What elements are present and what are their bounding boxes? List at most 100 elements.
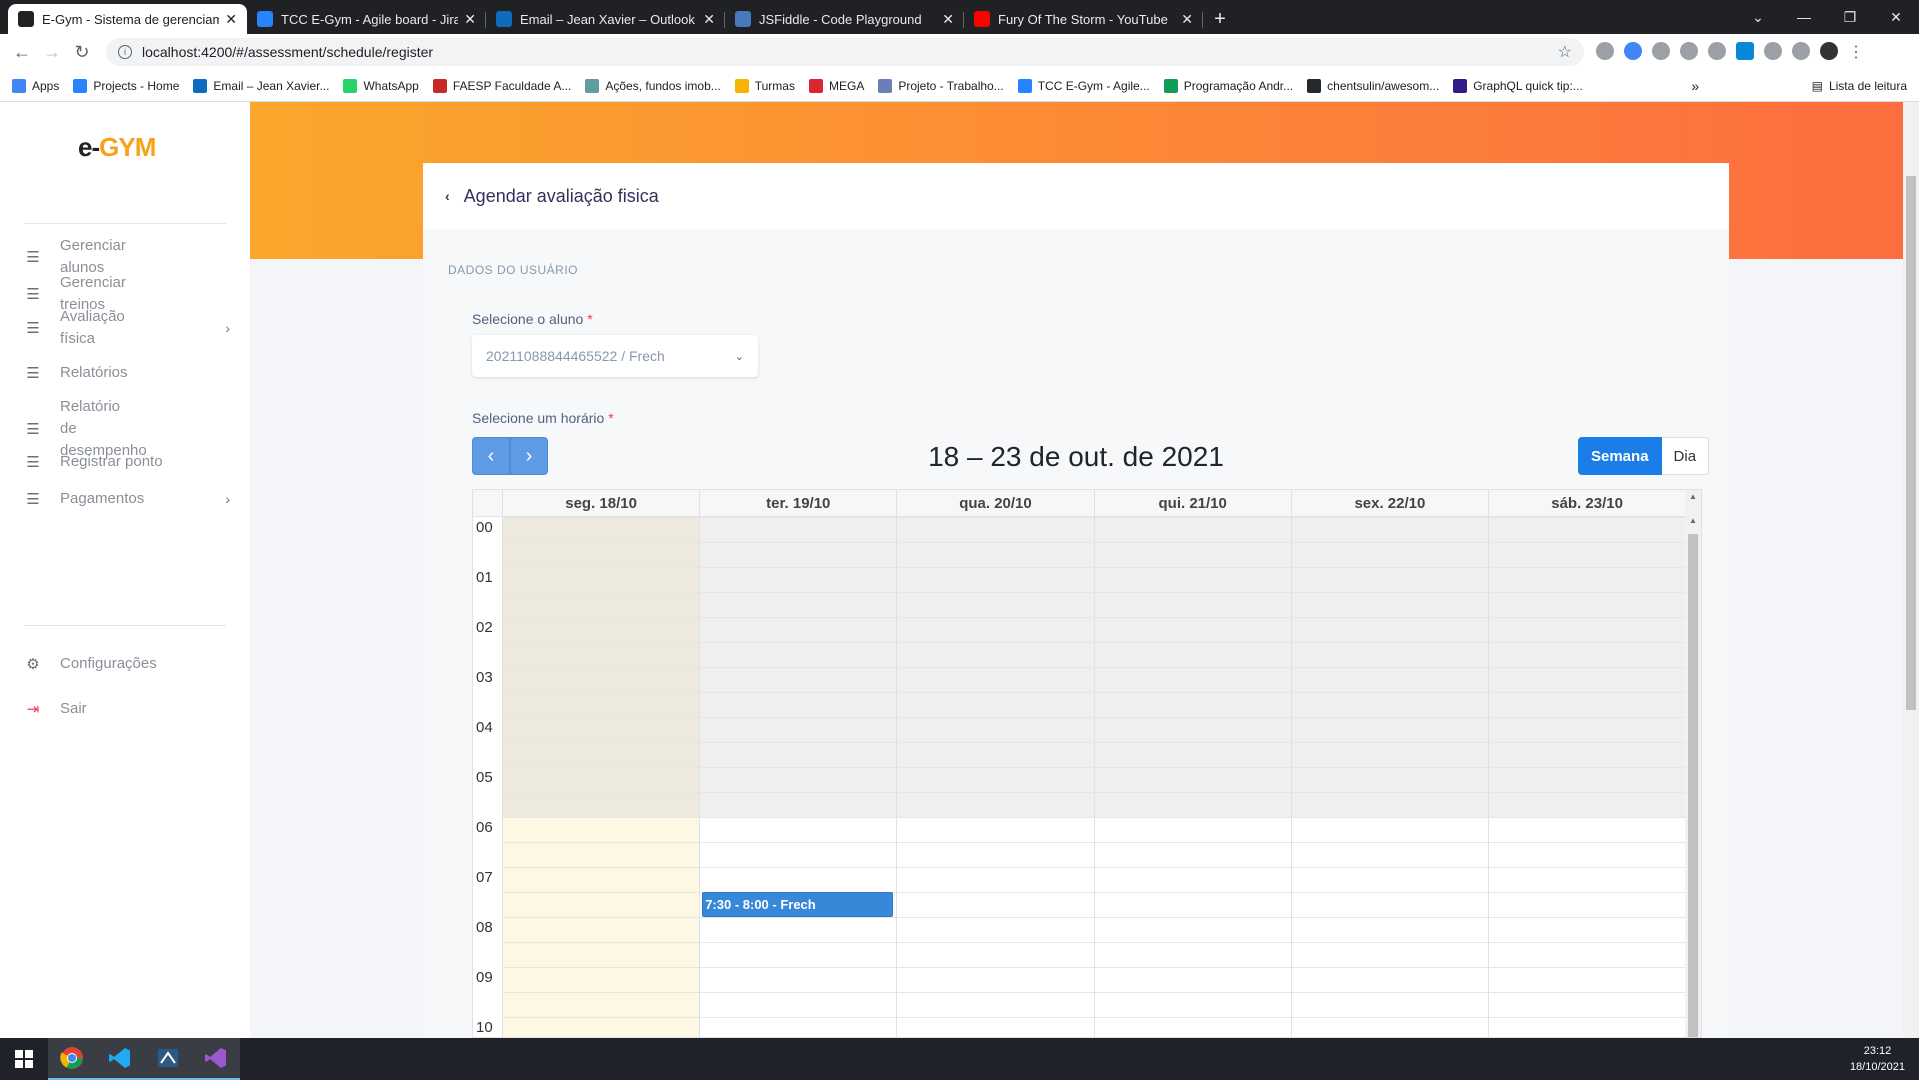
bookmark-item[interactable]: chentsulin/awesom...: [1307, 78, 1439, 93]
hour-label: 05: [476, 769, 493, 786]
bookmark-item[interactable]: Turmas: [734, 78, 795, 93]
extension-icons: ⋮: [1596, 42, 1864, 62]
browser-tab[interactable]: Fury Of The Storm - YouTube ✕: [964, 4, 1203, 34]
calendar-scrollbar[interactable]: ▲ ▲: [1685, 490, 1701, 1037]
day-column[interactable]: [1290, 517, 1488, 1037]
puzzle-icon[interactable]: [1764, 42, 1782, 60]
minimize-icon[interactable]: —: [1781, 0, 1827, 34]
scroll-up-icon[interactable]: ▲: [1689, 492, 1697, 501]
scroll-thumb[interactable]: [1688, 534, 1698, 1037]
bookmark-item[interactable]: Apps: [12, 78, 59, 93]
bookmark-star-icon[interactable]: ☆: [1558, 42, 1572, 62]
bookmark-item[interactable]: WhatsApp: [343, 78, 419, 93]
bookmark-item[interactable]: FAESP Faculdade A...: [432, 78, 571, 93]
browser-toolbar: ← → ↻ i localhost:4200/#/assessment/sche…: [0, 34, 1919, 70]
eyedropper-icon[interactable]: [1596, 42, 1614, 60]
sidebar-item-2[interactable]: ☰ Avaliação física ›: [24, 306, 230, 350]
sidebar-item-3[interactable]: ☰ Relatórios: [24, 362, 230, 384]
tab-close-icon[interactable]: ✕: [703, 11, 715, 28]
sidebar-item-logout[interactable]: ⇥ Sair: [24, 698, 230, 720]
browser-tab[interactable]: TCC E-Gym - Agile board - Jira ✕: [247, 4, 486, 34]
browser-tab[interactable]: JSFiddle - Code Playground ✕: [725, 4, 964, 34]
reload-icon[interactable]: ↻: [68, 38, 96, 66]
extension-icon[interactable]: [1708, 42, 1726, 60]
divider: [24, 223, 226, 224]
new-tab-button[interactable]: +: [1203, 4, 1237, 34]
prev-week-button[interactable]: ‹: [472, 437, 510, 475]
tab-close-icon[interactable]: ✕: [1181, 11, 1193, 28]
browser-tab-strip: E-Gym - Sistema de gerenciamento✕TCC E-G…: [0, 0, 1919, 34]
bookmark-item[interactable]: TCC E-Gym - Agile...: [1017, 78, 1150, 93]
more-bookmarks-icon[interactable]: »: [1691, 78, 1699, 94]
restore-icon[interactable]: ❐: [1827, 0, 1873, 34]
sidebar-item-5[interactable]: ☰ Registrar ponto: [24, 451, 230, 473]
tab-search-icon[interactable]: ⌄: [1735, 0, 1781, 34]
bookmark-favicon-icon: [1017, 78, 1032, 93]
extension-icon[interactable]: [1652, 42, 1670, 60]
browser-tab[interactable]: E-Gym - Sistema de gerenciamento ✕: [8, 4, 247, 34]
logo[interactable]: e-GYM: [78, 132, 156, 163]
extension-icon[interactable]: [1680, 42, 1698, 60]
tab-favicon-icon: [18, 11, 34, 27]
back-arrow-icon[interactable]: ←: [8, 38, 36, 66]
hour-label: 01: [476, 569, 493, 586]
day-column[interactable]: [699, 517, 896, 1037]
day-header: qui. 21/10: [1093, 490, 1291, 517]
profile-avatar[interactable]: [1820, 42, 1838, 60]
browser-tab[interactable]: Email – Jean Xavier – Outlook ✕: [486, 4, 725, 34]
bookmark-item[interactable]: Projeto - Trabalho...: [878, 78, 1004, 93]
bookmark-item[interactable]: Email – Jean Xavier...: [193, 78, 329, 93]
menu-kebab-icon[interactable]: ⋮: [1848, 42, 1864, 62]
windows-start-icon[interactable]: [0, 1038, 48, 1080]
student-select[interactable]: 20211088844465522 / Frech ⌄: [472, 335, 758, 377]
hour-label: 09: [476, 969, 493, 986]
bookmark-favicon-icon: [878, 78, 893, 93]
calendar-grid[interactable]: 00 01 02 03 04 05 06 07 08 09 10 7:30 - 8:00 - Frec…: [473, 517, 1685, 1037]
day-column[interactable]: [1093, 517, 1291, 1037]
vscode-icon[interactable]: [96, 1038, 144, 1080]
clock-time: 23:12: [1863, 1045, 1892, 1057]
day-column[interactable]: [1488, 517, 1685, 1037]
next-week-button[interactable]: ›: [510, 437, 548, 475]
page-scrollbar[interactable]: [1903, 102, 1919, 1038]
day-column[interactable]: [896, 517, 1093, 1037]
bookmark-item[interactable]: MEGA: [808, 78, 864, 93]
translate-icon[interactable]: [1624, 42, 1642, 60]
chrome-icon[interactable]: [48, 1038, 96, 1080]
system-clock[interactable]: 23:12 18/10/2021: [1850, 1043, 1905, 1075]
bookmark-label: GraphQL quick tip:...: [1473, 78, 1583, 93]
logout-icon: ⇥: [26, 701, 40, 718]
back-chevron-icon[interactable]: ‹: [445, 188, 450, 204]
bookmark-item[interactable]: Ações, fundos imob...: [585, 78, 721, 93]
reading-list-button[interactable]: ▤ Lista de leitura: [1812, 79, 1907, 93]
sidebar: e-GYM ☰ Gerenciar alunos ☰ Gerenciar treino…: [0, 102, 250, 1038]
view-switch: Semana Dia: [1578, 437, 1710, 475]
day-view-button[interactable]: Dia: [1661, 437, 1710, 475]
card-header: ‹ Agendar avaliação fisica: [423, 163, 1729, 229]
sidebar-item-label: Sair: [60, 700, 87, 717]
bookmark-item[interactable]: Programação Andr...: [1163, 78, 1293, 93]
forward-arrow-icon[interactable]: →: [38, 38, 66, 66]
scroll-up-icon[interactable]: ▲: [1689, 516, 1697, 525]
required-mark: *: [587, 311, 593, 327]
bookmark-favicon-icon: [12, 78, 26, 93]
bookmark-item[interactable]: Projects - Home: [73, 78, 179, 93]
tab-close-icon[interactable]: ✕: [464, 11, 476, 28]
close-window-icon[interactable]: ✕: [1873, 0, 1919, 34]
bookmark-item[interactable]: GraphQL quick tip:...: [1453, 78, 1583, 93]
tab-close-icon[interactable]: ✕: [225, 11, 237, 28]
reading-queue-icon[interactable]: [1792, 42, 1810, 60]
sidebar-item-6[interactable]: ☰ Pagamentos ›: [24, 488, 230, 510]
scroll-thumb[interactable]: [1906, 176, 1916, 710]
tab-close-icon[interactable]: ✕: [942, 11, 954, 28]
bookmark-favicon-icon: [343, 78, 358, 93]
sidebar-item-settings[interactable]: ⚙ Configurações: [24, 653, 230, 675]
skype-icon[interactable]: [1736, 42, 1754, 60]
day-column[interactable]: [502, 517, 699, 1037]
visual-studio-icon[interactable]: [192, 1038, 240, 1080]
address-bar[interactable]: i localhost:4200/#/assessment/schedule/r…: [106, 38, 1584, 66]
ssms-icon[interactable]: [144, 1038, 192, 1080]
week-view-button[interactable]: Semana: [1578, 437, 1662, 475]
calendar-event[interactable]: 7:30 - 8:00 - Frech: [702, 892, 894, 917]
site-info-icon[interactable]: i: [118, 45, 132, 59]
